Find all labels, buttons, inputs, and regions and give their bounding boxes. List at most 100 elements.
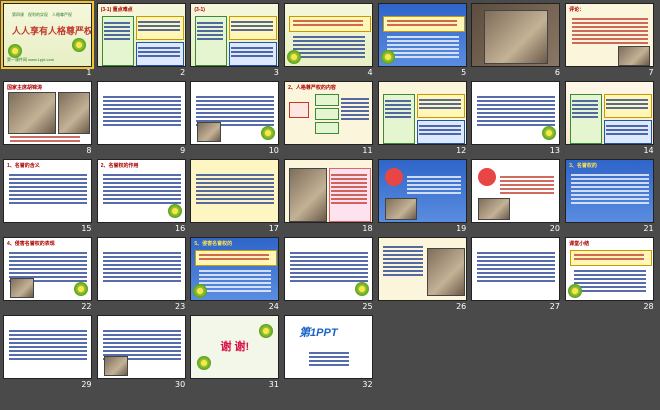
slide-number: 14 — [643, 146, 654, 155]
slide-number: 6 — [554, 68, 560, 77]
slide-thumbnail-cell[interactable]: 9 — [96, 80, 189, 158]
slide-thumbnail[interactable]: 2、名誉权的作用 — [96, 159, 186, 223]
slide-thumbnail-cell[interactable]: 4、侵害名誉权的表现 22 — [2, 236, 95, 314]
slide-thumbnail-cell[interactable]: 27 — [470, 236, 563, 314]
slide-thumbnail-cell[interactable]: 25 — [283, 236, 376, 314]
slide-thumbnail-cell[interactable]: 13 — [470, 80, 563, 158]
slide-thumbnail[interactable]: 2、人格尊严权的内容 — [284, 81, 374, 145]
text-lines — [406, 174, 461, 196]
text-lines — [9, 328, 87, 362]
slide-number: 16 — [175, 224, 186, 233]
content-box — [315, 122, 340, 134]
slide-thumbnail[interactable] — [471, 81, 561, 145]
slide-thumbnail-cell[interactable]: 课堂小结 28 — [564, 236, 657, 314]
slide-number: 1 — [86, 68, 92, 77]
slide-thumbnail-cell[interactable]: 3、名誉权的 21 — [564, 158, 657, 236]
slide-thumbnail-cell[interactable]: 第1PPT 32 — [283, 314, 376, 392]
slide-number: 20 — [549, 224, 560, 233]
slide-number: 28 — [643, 302, 654, 311]
slide-number: 30 — [175, 380, 186, 389]
flower-decoration-icon — [259, 324, 274, 338]
slide-number: 29 — [81, 380, 92, 389]
slide-thumbnail[interactable]: 4、侵害名誉权的表现 — [3, 237, 92, 301]
slide-thumbnail[interactable] — [96, 237, 186, 301]
flower-decoration-icon — [380, 50, 395, 64]
slide-thumbnail-cell[interactable]: 国家主席胡锦涛 8 — [2, 80, 95, 158]
slide-thumbnail[interactable] — [96, 81, 186, 145]
slide-thumbnail[interactable] — [284, 159, 374, 223]
slide-thumbnail-cell[interactable]: 2、人格尊严权的内容 11 — [283, 80, 376, 158]
photo-image — [8, 92, 56, 134]
slide-heading: 国家主席胡锦涛 — [7, 85, 43, 91]
question-icon — [478, 168, 497, 186]
slide-thumbnail-cell[interactable]: 5、侵害名誉权的 24 — [189, 236, 282, 314]
text-lines — [341, 96, 370, 122]
slide-thumbnail-cell[interactable]: (3-1) 3 — [189, 2, 282, 80]
slide-thumbnail-cell[interactable]: 18 — [283, 158, 376, 236]
slide-thumbnail[interactable]: 第四课 权利的实现 人格尊严权 人人享有人格尊严权 第一课件网 www.1ppt.c… — [1, 1, 94, 69]
slide-number: 17 — [268, 224, 279, 233]
slide-thumbnail[interactable] — [377, 159, 467, 223]
slide-thumbnail[interactable]: 国家主席胡锦涛 — [3, 81, 92, 145]
slide-thumbnail[interactable] — [284, 3, 374, 67]
slide-thumbnail-cell[interactable]: 26 — [377, 236, 470, 314]
slide-thumbnail-cell[interactable]: 第四课 权利的实现 人格尊严权 人人享有人格尊严权 第一课件网 www.1ppt.c… — [1, 1, 95, 80]
slide-thumbnail-cell[interactable]: 4 — [283, 2, 376, 80]
slide-thumbnail[interactable]: 3、名誉权的 — [565, 159, 655, 223]
slide-thumbnail[interactable]: 5、侵害名誉权的 — [190, 237, 280, 301]
slide-thumbnail[interactable] — [565, 81, 655, 145]
slide-thumbnail[interactable] — [471, 159, 561, 223]
slide-thumbnail-cell[interactable]: 5 — [377, 2, 470, 80]
slide-thumbnail-cell[interactable]: 19 — [377, 158, 470, 236]
text-lines — [572, 16, 649, 46]
slide-thumbnail[interactable]: (3-1) 重点难点 — [96, 3, 186, 67]
slide-thumbnail-cell[interactable]: 20 — [470, 158, 563, 236]
slide-thumbnail-cell[interactable]: 6 — [470, 2, 563, 80]
text-lines — [571, 172, 650, 206]
slide-thumbnail-cell[interactable]: 14 — [564, 80, 657, 158]
flower-decoration-icon — [542, 126, 557, 140]
photo-image — [618, 46, 651, 66]
slide-thumbnail[interactable] — [284, 237, 374, 301]
flower-decoration-icon — [568, 284, 583, 298]
slide-thumbnail-cell[interactable]: 1、名誉的含义 15 — [2, 158, 95, 236]
slide-thumbnail[interactable]: (3-1) — [190, 3, 280, 67]
slide-thumbnail[interactable] — [471, 3, 561, 67]
slide-thumbnail-cell[interactable]: 2、名誉权的作用 16 — [96, 158, 189, 236]
slide-thumbnail-cell[interactable]: (3-1) 重点难点 2 — [96, 2, 189, 80]
slide-thumbnail[interactable] — [96, 315, 186, 379]
slide-thumbnail-cell[interactable]: 谢 谢! 31 — [189, 314, 282, 392]
text-lines — [231, 19, 274, 33]
slide-number: 23 — [175, 302, 186, 311]
slide-thumbnail[interactable] — [471, 237, 561, 301]
flower-decoration-icon — [197, 356, 212, 370]
slide-thumbnail-cell[interactable]: 评论： 7 — [564, 2, 657, 80]
slide-thumbnail[interactable] — [190, 159, 280, 223]
photo-image — [484, 10, 549, 64]
thanks-title: 谢 谢! — [220, 341, 250, 353]
slide-thumbnail[interactable]: 谢 谢! — [190, 315, 280, 379]
slide-number: 9 — [180, 146, 186, 155]
text-lines — [606, 97, 649, 111]
slide-thumbnail-cell[interactable]: 30 — [96, 314, 189, 392]
slide-number: 3 — [273, 68, 279, 77]
slide-thumbnail-cell[interactable]: 29 — [2, 314, 95, 392]
slide-thumbnail[interactable] — [377, 237, 467, 301]
slide-thumbnail[interactable] — [190, 81, 280, 145]
slide-thumbnail-cell[interactable]: 10 — [189, 80, 282, 158]
text-lines — [293, 18, 364, 28]
text-lines — [102, 250, 181, 284]
slide-thumbnail-cell[interactable]: 12 — [377, 80, 470, 158]
slide-thumbnail[interactable]: 1、名誉的含义 — [3, 159, 92, 223]
slide-thumbnail-cell[interactable]: 17 — [189, 158, 282, 236]
slide-thumbnail[interactable]: 第1PPT — [284, 315, 374, 379]
slide-thumbnail[interactable] — [377, 81, 467, 145]
slide-thumbnail[interactable]: 评论： — [565, 3, 655, 67]
slide-thumbnail[interactable]: 课堂小结 — [565, 237, 655, 301]
slide-thumbnail[interactable] — [3, 315, 92, 379]
slide-number: 32 — [362, 380, 373, 389]
text-lines — [197, 20, 224, 42]
slide-thumbnail-cell[interactable]: 23 — [96, 236, 189, 314]
slide-thumbnail[interactable] — [377, 3, 467, 67]
slide-number: 26 — [456, 302, 467, 311]
